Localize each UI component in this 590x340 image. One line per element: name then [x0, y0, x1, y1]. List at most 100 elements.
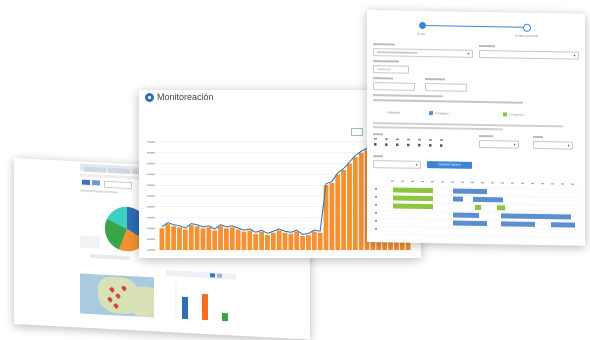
stepper-line — [423, 24, 527, 28]
consigna-2-input[interactable] — [425, 83, 467, 92]
chart-bar — [171, 226, 177, 250]
name-input[interactable] — [373, 65, 409, 74]
chart-bar — [247, 230, 253, 250]
y-tick-label — [147, 152, 155, 154]
step-1-icon[interactable] — [419, 21, 426, 30]
schedule-block[interactable] — [393, 195, 433, 202]
chart-bar — [347, 163, 352, 250]
schedule-block[interactable] — [501, 213, 571, 220]
dashboard-filter-button[interactable] — [92, 180, 100, 186]
chart-bar — [335, 174, 341, 250]
generate-button[interactable]: Calcular horario — [427, 161, 472, 169]
day-checkboxes[interactable] — [373, 137, 453, 152]
chart-bar — [218, 226, 223, 250]
course-select[interactable]: ▼ — [373, 48, 473, 58]
map-land — [130, 286, 154, 318]
end-time-select[interactable]: ▼ — [533, 140, 573, 150]
field-label — [479, 44, 495, 48]
field-label — [373, 77, 393, 80]
chart-bar — [358, 152, 364, 250]
y-tick-label — [147, 206, 155, 208]
legend-swatch — [503, 112, 507, 117]
bar-panel-header — [166, 269, 236, 280]
dashboard-bar-chart — [175, 282, 228, 322]
chart-bar — [306, 234, 311, 250]
field-label — [479, 134, 493, 138]
y-tick-label — [147, 173, 155, 176]
schedule-block[interactable] — [475, 204, 481, 210]
schedule-grid — [375, 180, 579, 238]
monitor-button[interactable] — [351, 128, 363, 136]
chart-bar — [276, 230, 282, 250]
y-tick-label — [147, 184, 155, 186]
chart-bar — [165, 224, 171, 250]
schedule-block[interactable] — [393, 203, 433, 210]
consigna-1-input[interactable] — [373, 82, 415, 91]
field-label — [533, 135, 543, 139]
helper-text — [373, 99, 523, 104]
field-label — [425, 78, 445, 81]
schedule-block[interactable] — [473, 196, 503, 203]
chart-bar — [188, 225, 194, 250]
legend-label: Consigna 2 — [509, 112, 525, 117]
chart-bar — [329, 183, 335, 250]
schedule-block[interactable] — [551, 222, 575, 228]
field-label — [373, 133, 383, 136]
mode-select[interactable]: ▼ — [373, 160, 421, 169]
dashboard-tab[interactable] — [108, 167, 130, 175]
field-label — [373, 60, 399, 63]
dashboard-select[interactable] — [104, 180, 132, 190]
chart-bar — [259, 231, 264, 250]
chart-bar — [288, 233, 294, 250]
legend-label: Asignable — [387, 110, 401, 115]
y-tick-label — [147, 227, 155, 230]
legend-label: Consigna 1 — [435, 111, 451, 116]
chart-bar — [177, 227, 182, 250]
schedule-block[interactable] — [453, 212, 479, 218]
legend-swatch — [429, 111, 433, 116]
dashboard-label — [80, 189, 118, 194]
chart-bar — [311, 231, 317, 250]
chart-bar — [182, 229, 188, 250]
bar-panel-button[interactable] — [210, 273, 215, 278]
schedule-block[interactable] — [501, 221, 535, 227]
select-text — [377, 51, 417, 54]
description-text — [373, 126, 503, 131]
chart-bar — [352, 157, 358, 250]
config-panel: Curso Horario generado ▼ ▼ Asignable Con… — [367, 10, 585, 246]
step-1-label: Curso — [417, 31, 426, 37]
dashboard-tab[interactable] — [84, 166, 106, 173]
step-2-label: Horario generado — [515, 33, 539, 38]
start-time-select[interactable]: ▼ — [479, 139, 519, 149]
schedule-block[interactable] — [453, 220, 487, 227]
chart-bar — [294, 231, 300, 250]
chart-bar — [270, 232, 276, 250]
dashboard-map[interactable] — [80, 273, 154, 318]
chevron-down-icon: ▼ — [415, 162, 418, 167]
chart-bar — [282, 232, 288, 250]
chart-bar — [159, 228, 165, 250]
schedule-block[interactable] — [453, 196, 463, 202]
chart-bar — [300, 235, 305, 250]
chart-bar — [235, 229, 241, 250]
y-tick-label — [147, 216, 155, 219]
y-tick-label — [147, 238, 155, 240]
schedule-block[interactable] — [453, 188, 487, 195]
logo-icon — [145, 93, 154, 102]
step-2-icon[interactable] — [523, 23, 531, 32]
input-text — [377, 68, 391, 70]
chart-bar — [223, 228, 229, 250]
chevron-down-icon: ▼ — [567, 143, 570, 148]
monitor-title: Monitoreación — [157, 92, 214, 102]
chart-bar — [206, 227, 212, 250]
helper-text — [373, 94, 443, 98]
schedule-block[interactable] — [393, 187, 433, 194]
bar-panel-button[interactable] — [217, 273, 222, 278]
y-tick-label — [147, 195, 155, 197]
chart-bar — [241, 231, 247, 250]
y-tick-label — [147, 249, 155, 251]
chevron-down-icon: ▼ — [467, 51, 470, 56]
group-select[interactable]: ▼ — [479, 49, 579, 60]
dashboard-filter-button[interactable] — [82, 179, 90, 185]
schedule-block[interactable] — [497, 205, 505, 211]
